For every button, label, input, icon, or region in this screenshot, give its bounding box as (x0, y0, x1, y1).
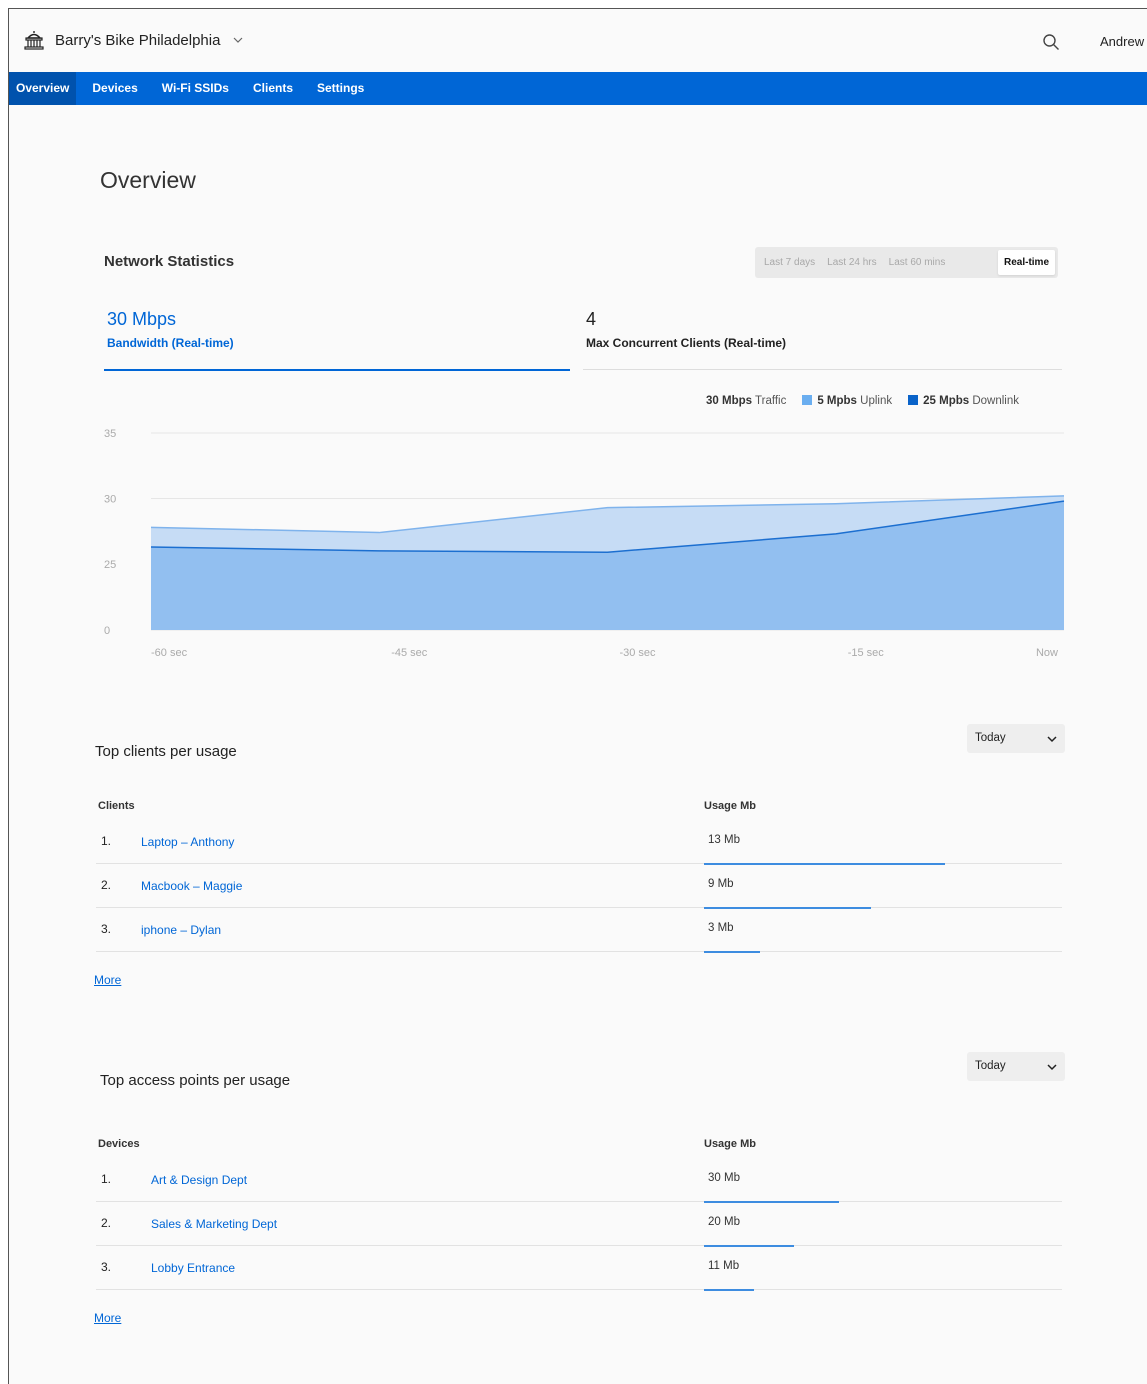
row-rank: 3. (101, 1260, 112, 1274)
x-tick-label: -45 sec (391, 647, 428, 659)
row-usage: 20 Mb (708, 1216, 740, 1228)
client-name-link[interactable]: Macbook – Maggie (141, 879, 242, 893)
row-usage: 13 Mb (708, 834, 740, 846)
top-aps-period: Today (975, 1060, 1006, 1072)
client-row: 2. Macbook – Maggie 9 Mb (96, 865, 1062, 909)
row-usage: 30 Mb (708, 1172, 740, 1184)
access-point-row: 3. Lobby Entrance 11 Mb (96, 1247, 1062, 1291)
clients-usage-column-header: Usage Mb (704, 800, 756, 812)
x-tick-label: -60 sec (151, 647, 188, 659)
y-tick-label: 25 (104, 559, 116, 571)
client-name-link[interactable]: iphone – Dylan (141, 923, 221, 937)
row-rank: 2. (101, 1216, 112, 1230)
client-name-link[interactable]: Laptop – Anthony (141, 835, 234, 849)
y-tick-label: 0 (104, 625, 110, 637)
y-tick-label: 30 (104, 494, 116, 506)
top-clients-period-select[interactable]: Today (967, 724, 1065, 753)
devices-usage-column-header: Usage Mb (704, 1138, 756, 1150)
client-row: 1. Laptop – Anthony 13 Mb (96, 821, 1062, 865)
row-usage: 11 Mb (708, 1260, 740, 1272)
devices-column-header: Devices (98, 1138, 140, 1150)
row-usage: 9 Mb (708, 878, 734, 890)
row-usage: 3 Mb (708, 922, 734, 934)
chevron-down-icon (1047, 736, 1057, 743)
chevron-down-icon (1047, 1064, 1057, 1071)
top-clients-more-link[interactable]: More (94, 973, 121, 987)
x-tick-label: -15 sec (848, 647, 885, 659)
access-point-name-link[interactable]: Lobby Entrance (151, 1261, 235, 1275)
x-tick-label: Now (1036, 647, 1058, 659)
x-tick-label: -30 sec (619, 647, 656, 659)
row-rank: 3. (101, 922, 112, 936)
row-rank: 2. (101, 878, 112, 892)
top-clients-period: Today (975, 732, 1006, 744)
top-aps-period-select[interactable]: Today (967, 1052, 1065, 1081)
bandwidth-chart: 35 30 25 0 -60 sec -45 sec -30 sec -15 sec Now (104, 428, 1065, 659)
clients-column-header: Clients (98, 800, 135, 812)
y-tick-label: 35 (104, 428, 116, 440)
top-aps-more-link[interactable]: More (94, 1311, 121, 1325)
app-frame: Barry's Bike Philadelphia Andrew Overvie… (8, 8, 1147, 1384)
top-clients-title: Top clients per usage (95, 743, 237, 760)
row-rank: 1. (101, 1172, 112, 1186)
usage-bar (704, 1289, 754, 1291)
usage-bar (704, 951, 760, 953)
top-aps-title: Top access points per usage (100, 1072, 291, 1089)
access-point-name-link[interactable]: Art & Design Dept (151, 1173, 247, 1187)
access-point-row: 1. Art & Design Dept 30 Mb (96, 1159, 1062, 1203)
access-point-row: 2. Sales & Marketing Dept 20 Mb (96, 1203, 1062, 1247)
row-rank: 1. (101, 834, 112, 848)
access-point-name-link[interactable]: Sales & Marketing Dept (151, 1217, 277, 1231)
client-row: 3. iphone – Dylan 3 Mb (96, 909, 1062, 953)
